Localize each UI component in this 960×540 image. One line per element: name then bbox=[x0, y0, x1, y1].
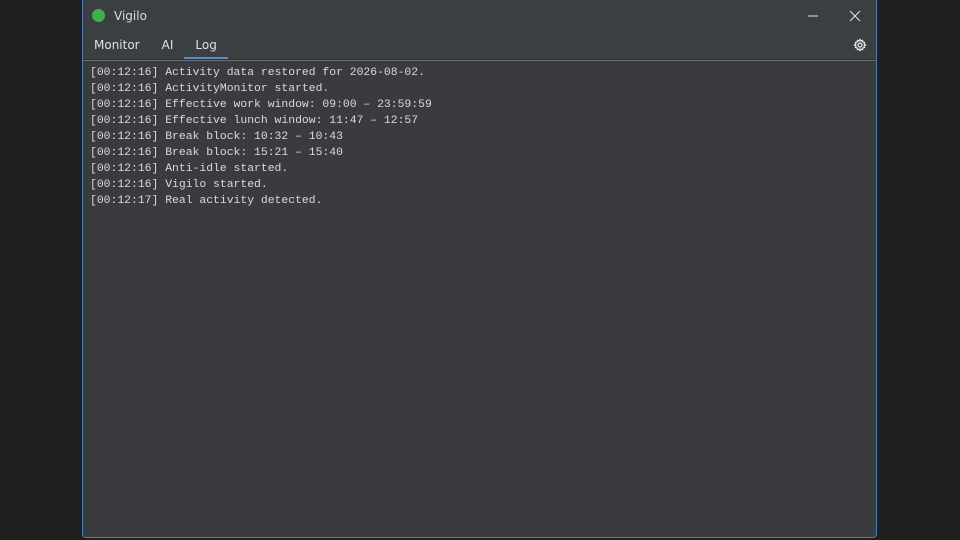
gear-icon bbox=[853, 38, 867, 52]
log-line: [00:12:16] ActivityMonitor started. bbox=[90, 83, 330, 95]
tab-monitor[interactable]: Monitor bbox=[83, 31, 151, 59]
tab-label: AI bbox=[161, 38, 174, 52]
log-panel[interactable]: [00:12:16] Activity data restored for 20… bbox=[83, 60, 876, 537]
log-line: [00:12:17] Real activity detected. bbox=[90, 195, 323, 207]
log-line: [00:12:16] Break block: 15:21 – 15:40 bbox=[90, 147, 343, 159]
minimize-button[interactable] bbox=[792, 0, 834, 31]
close-icon bbox=[849, 10, 861, 21]
settings-button[interactable] bbox=[844, 31, 876, 59]
tab-log[interactable]: Log bbox=[184, 31, 229, 59]
log-line: [00:12:16] Anti-idle started. bbox=[90, 163, 289, 175]
log-line: [00:12:16] Activity data restored for 20… bbox=[90, 67, 425, 79]
window-title: Vigilo bbox=[114, 8, 147, 23]
status-dot-icon bbox=[92, 9, 105, 22]
app-window: Vigilo Monitor AI Log [00:12:16] Activit… bbox=[82, 0, 877, 538]
tab-label: Log bbox=[195, 38, 217, 52]
title-bar[interactable]: Vigilo bbox=[83, 0, 876, 31]
minimize-icon bbox=[808, 15, 818, 16]
log-line: [00:12:16] Vigilo started. bbox=[90, 179, 268, 191]
log-line: [00:12:16] Effective work window: 09:00 … bbox=[90, 99, 432, 111]
close-button[interactable] bbox=[834, 0, 876, 31]
tab-ai[interactable]: AI bbox=[151, 31, 185, 59]
tab-bar: Monitor AI Log bbox=[83, 31, 876, 60]
tab-label: Monitor bbox=[94, 38, 140, 52]
log-line: [00:12:16] Break block: 10:32 – 10:43 bbox=[90, 131, 343, 143]
log-line: [00:12:16] Effective lunch window: 11:47… bbox=[90, 115, 419, 127]
